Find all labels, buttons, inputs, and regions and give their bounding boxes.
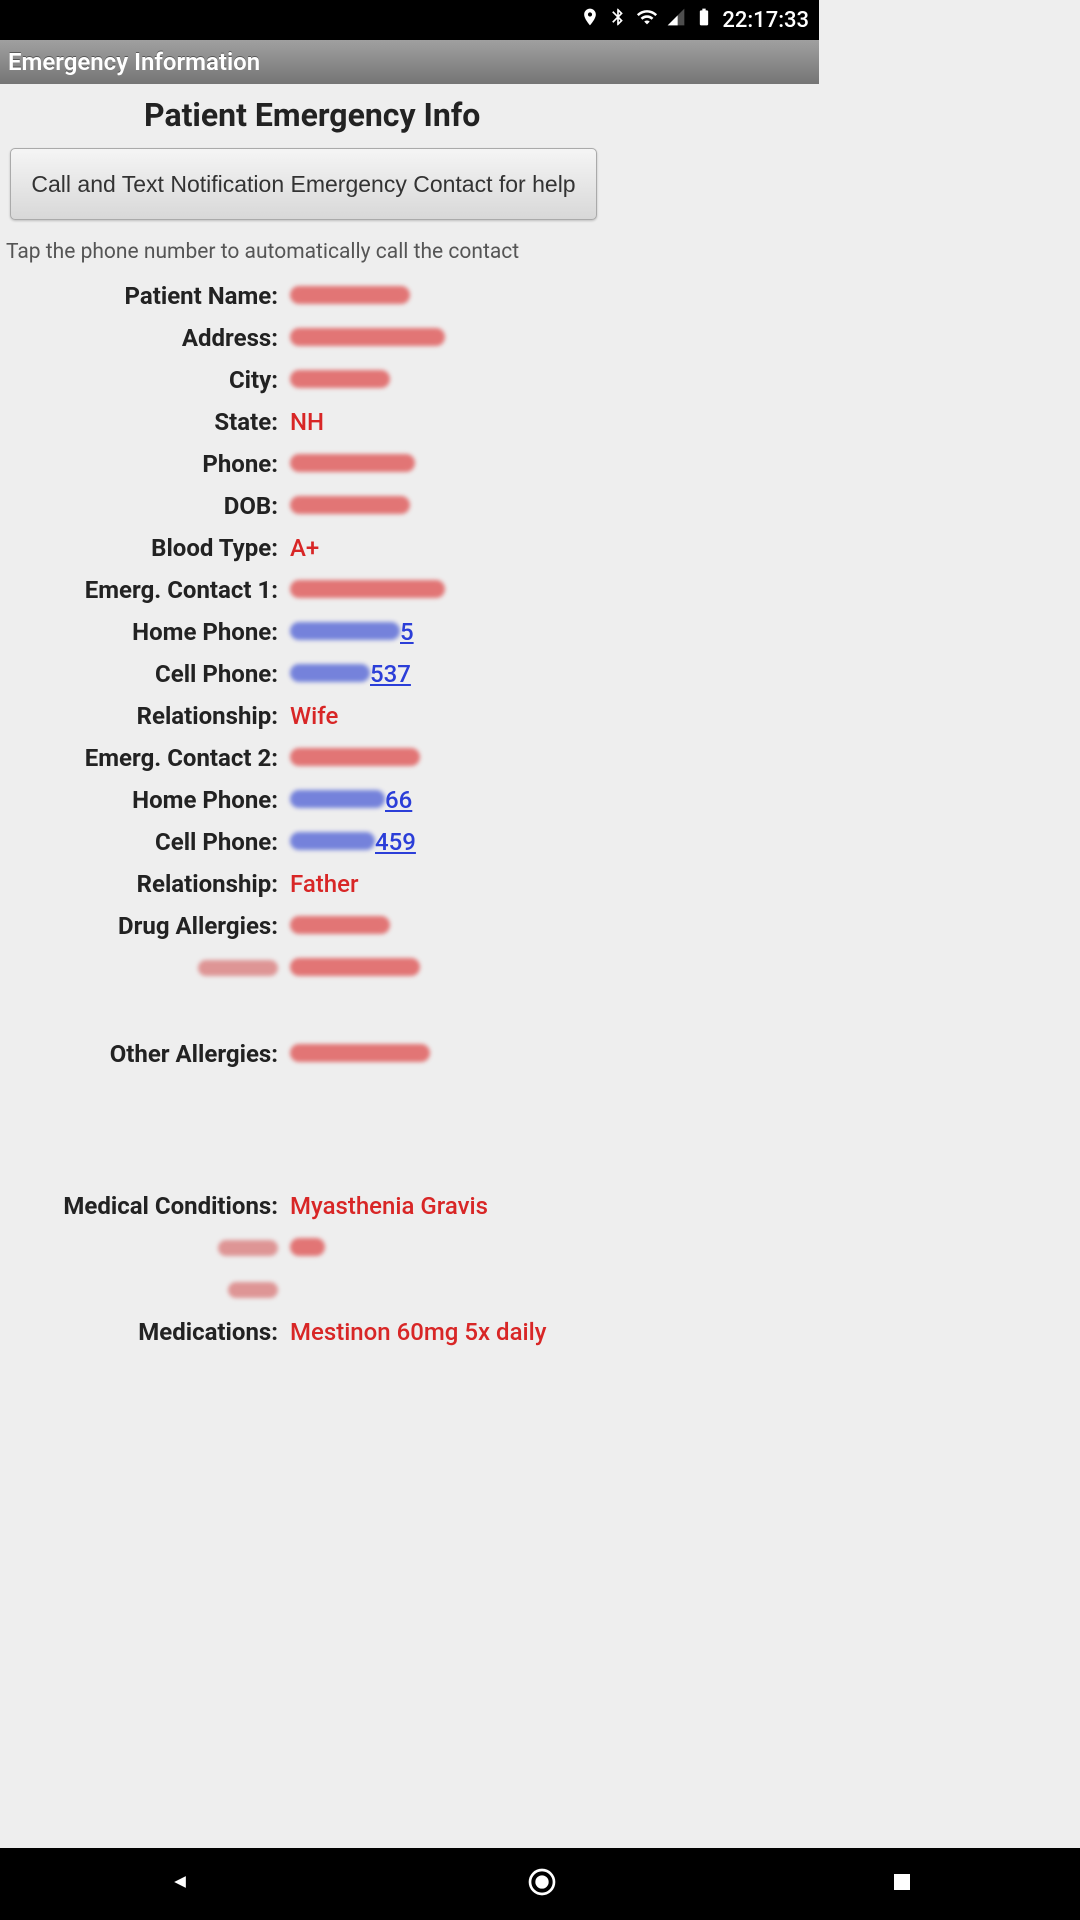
pictures-icon (10, 7, 32, 33)
nav-back-icon[interactable] (166, 1868, 194, 1900)
row-address: Address: (0, 324, 819, 352)
row-ec1-cell: Cell Phone: 537 (0, 660, 819, 688)
row-phone: Phone: (0, 450, 819, 478)
status-time: 22:17:33 (722, 8, 809, 33)
label-ec1-home: Home Phone: (0, 618, 290, 646)
label-ec2-cell: Cell Phone: (0, 828, 290, 856)
row-ec2-relationship: Relationship: Father (0, 870, 819, 898)
value-other-allergies (290, 1040, 430, 1068)
call-emergency-button[interactable]: Call and Text Notification Emergency Con… (10, 148, 597, 220)
value-ec1 (290, 576, 445, 604)
status-bar: 22:17:33 (0, 0, 819, 40)
row-medical-conditions-3 (0, 1276, 819, 1304)
wifi-icon (636, 6, 658, 34)
label-ec2-home: Home Phone: (0, 786, 290, 814)
value-drug-allergies-2 (290, 954, 420, 982)
value-dob (290, 492, 410, 520)
row-city: City: (0, 366, 819, 394)
row-ec2-home: Home Phone: 66 (0, 786, 819, 814)
app-bar: Emergency Information (0, 40, 819, 84)
row-blood-type: Blood Type: A+ (0, 534, 819, 562)
label-medical-conditions-3 (0, 1276, 290, 1304)
row-medical-conditions: Medical Conditions: Myasthenia Gravis (0, 1192, 819, 1220)
battery-icon (694, 7, 714, 33)
label-drug-allergies: Drug Allergies: (0, 912, 290, 940)
nav-bar (0, 1848, 1080, 1920)
value-ec2-relationship: Father (290, 870, 358, 898)
label-phone: Phone: (0, 450, 290, 478)
label-state: State: (0, 408, 290, 436)
value-address (290, 324, 445, 352)
row-patient-name: Patient Name: (0, 282, 819, 310)
row-ec1-relationship: Relationship: Wife (0, 702, 819, 730)
label-blood-type: Blood Type: (0, 534, 290, 562)
row-ec1: Emerg. Contact 1: (0, 576, 819, 604)
row-medical-conditions-2 (0, 1234, 819, 1262)
nav-recent-icon[interactable] (890, 1870, 914, 1898)
row-ec2: Emerg. Contact 2: (0, 744, 819, 772)
label-patient-name: Patient Name: (0, 282, 290, 310)
value-ec1-cell[interactable]: 537 (290, 660, 411, 688)
label-address: Address: (0, 324, 290, 352)
content: Patient Emergency Info Call and Text Not… (0, 84, 819, 1346)
row-state: State: NH (0, 408, 819, 436)
bluetooth-icon (608, 7, 628, 33)
row-drug-allergies-2 (0, 954, 819, 982)
label-medical-conditions-2 (0, 1234, 290, 1262)
hint-text: Tap the phone number to automatically ca… (0, 240, 819, 282)
value-ec2 (290, 744, 420, 772)
label-drug-allergies-2 (0, 954, 290, 982)
label-other-allergies: Other Allergies: (0, 1040, 290, 1068)
value-medications: Mestinon 60mg 5x daily (290, 1318, 547, 1346)
value-medical-conditions: Myasthenia Gravis (290, 1192, 488, 1220)
app-title: Emergency Information (8, 48, 260, 76)
row-ec2-cell: Cell Phone: 459 (0, 828, 819, 856)
row-other-allergies: Other Allergies: (0, 1040, 819, 1068)
label-ec1: Emerg. Contact 1: (0, 576, 290, 604)
value-blood-type: A+ (290, 534, 319, 562)
label-ec1-relationship: Relationship: (0, 702, 290, 730)
label-dob: DOB: (0, 492, 290, 520)
value-patient-name (290, 282, 410, 310)
label-ec2-relationship: Relationship: (0, 870, 290, 898)
value-ec1-home[interactable]: 5 (290, 618, 414, 646)
label-city: City: (0, 366, 290, 394)
value-ec2-cell[interactable]: 459 (290, 828, 416, 856)
label-ec1-cell: Cell Phone: (0, 660, 290, 688)
value-drug-allergies (290, 912, 390, 940)
row-medications: Medications: Mestinon 60mg 5x daily (0, 1318, 819, 1346)
value-phone[interactable] (290, 450, 415, 478)
row-drug-allergies: Drug Allergies: (0, 912, 819, 940)
nav-home-icon[interactable] (526, 1866, 558, 1902)
value-city (290, 366, 390, 394)
value-ec2-home[interactable]: 66 (290, 786, 412, 814)
row-ec1-home: Home Phone: 5 (0, 618, 819, 646)
value-ec1-relationship: Wife (290, 702, 338, 730)
location-icon (580, 7, 600, 33)
label-medications: Medications: (0, 1318, 290, 1346)
value-state: NH (290, 408, 324, 436)
label-ec2: Emerg. Contact 2: (0, 744, 290, 772)
label-medical-conditions: Medical Conditions: (0, 1192, 290, 1220)
value-medical-conditions-2 (290, 1234, 325, 1262)
row-dob: DOB: (0, 492, 819, 520)
page-title: Patient Emergency Info (0, 84, 819, 146)
signal-icon (666, 7, 686, 33)
